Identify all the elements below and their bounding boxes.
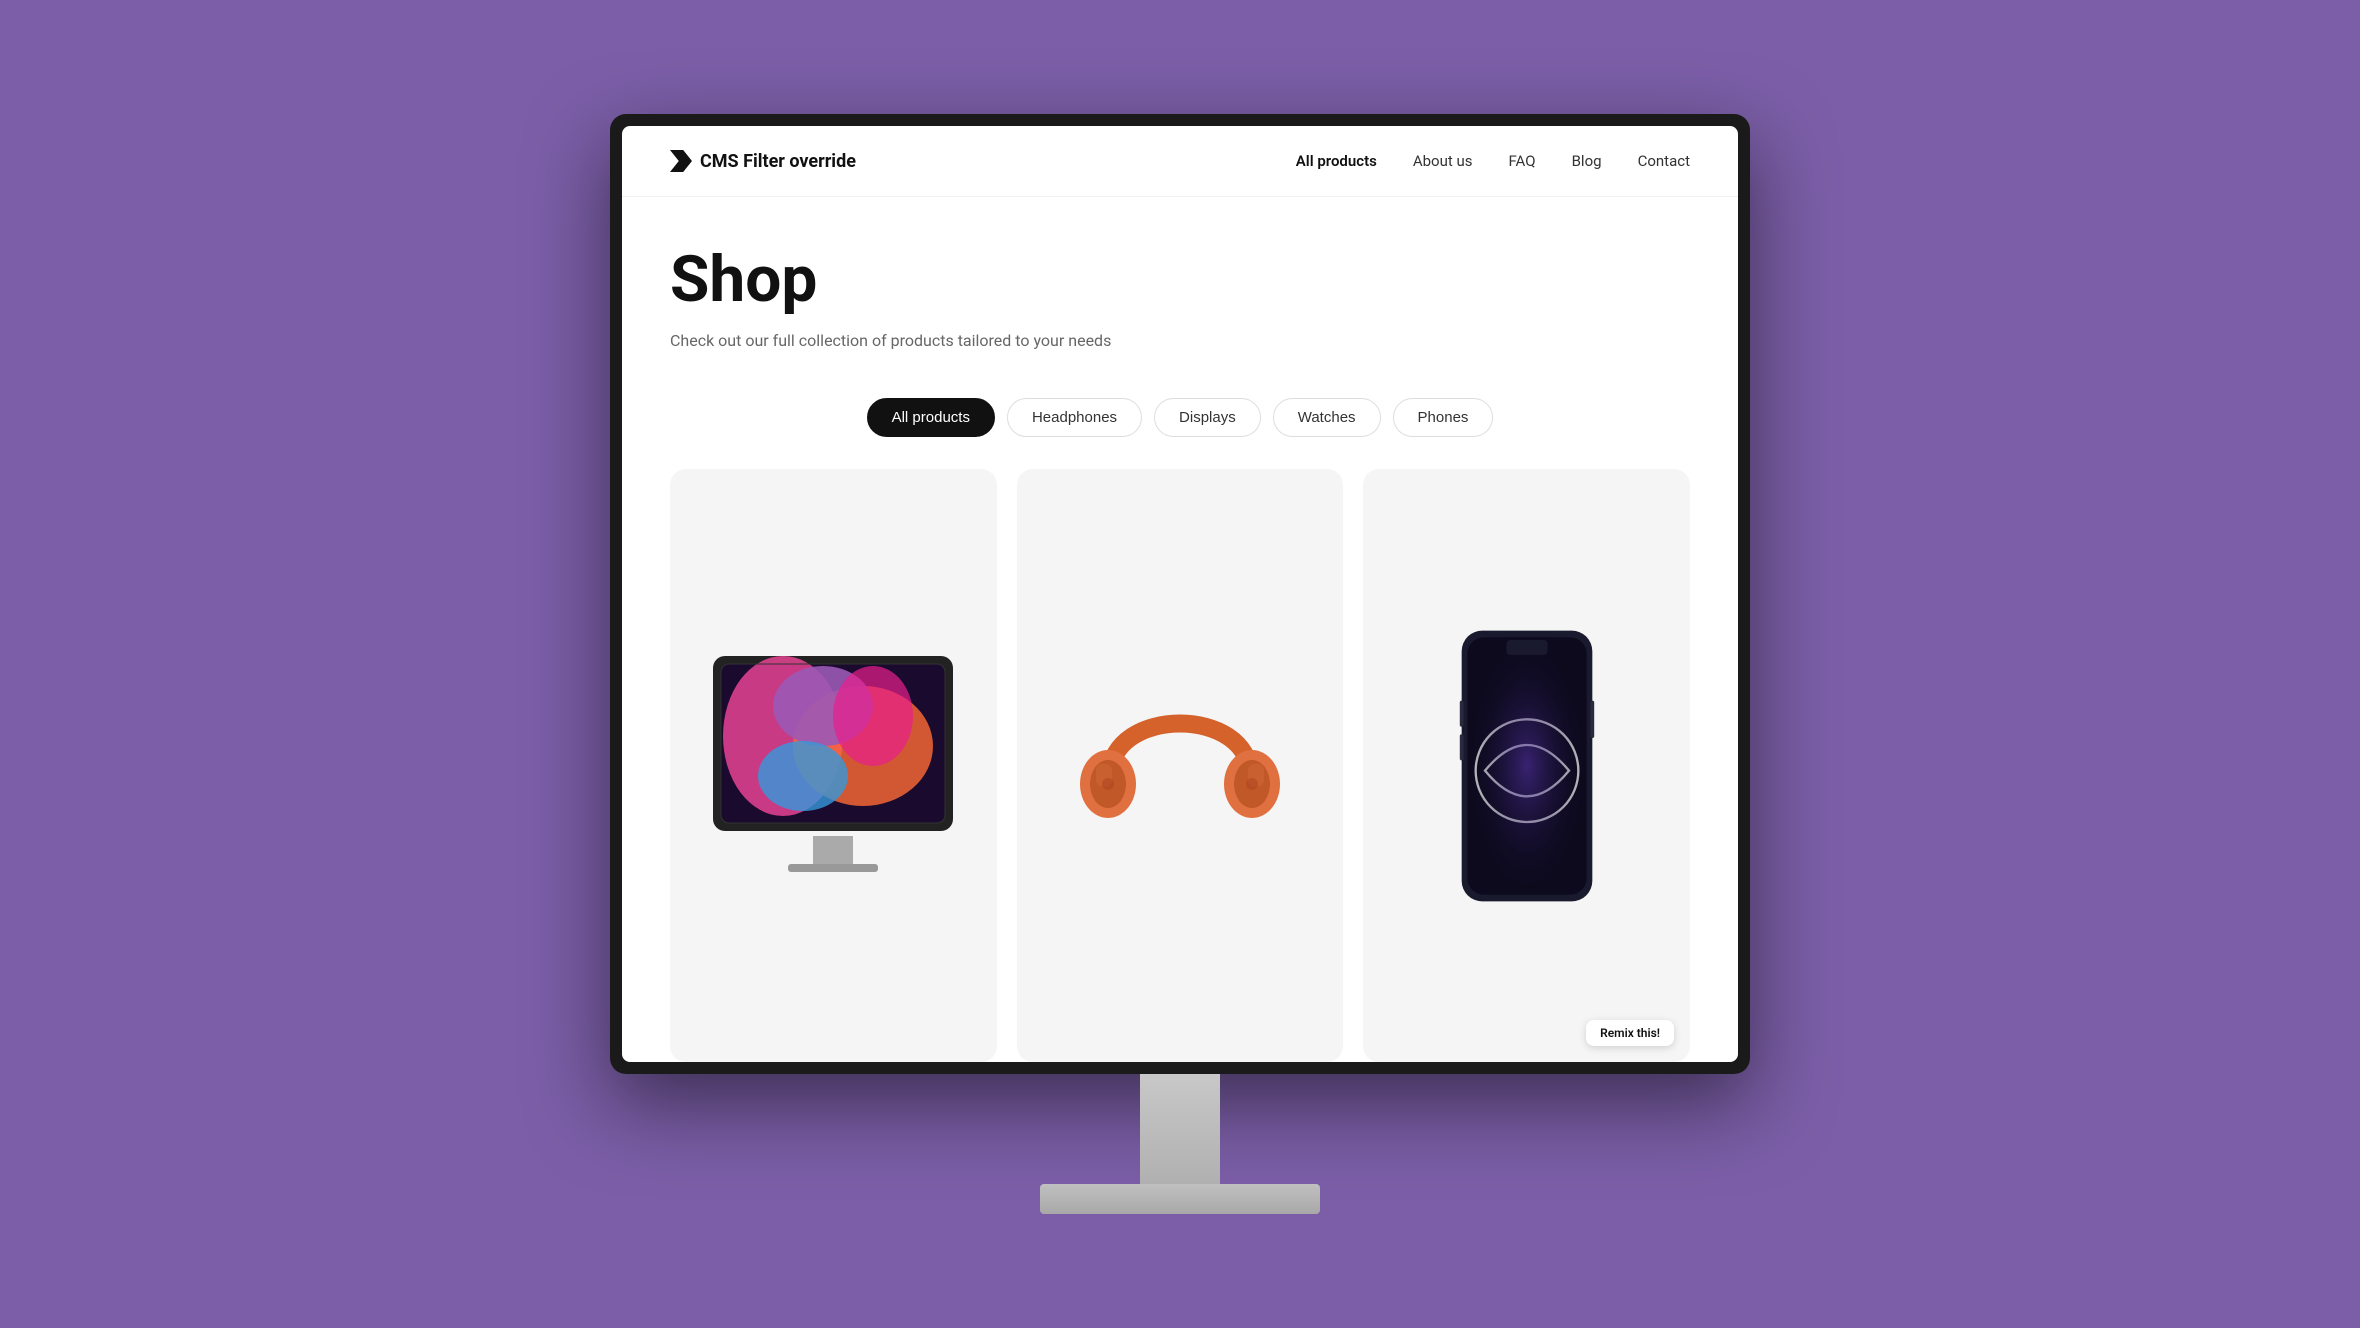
- nav-link-blog[interactable]: Blog: [1572, 152, 1602, 170]
- filter-tabs: All products Headphones Displays Watches…: [622, 382, 1738, 469]
- product-card-headphones[interactable]: [1017, 469, 1344, 1062]
- monitor-wrapper: CMS Filter override All products About u…: [610, 114, 1750, 1214]
- nav-link-contact[interactable]: Contact: [1638, 152, 1690, 170]
- filter-tab-phones[interactable]: Phones: [1393, 398, 1494, 437]
- products-grid: Remix this!: [622, 469, 1738, 1062]
- product-image-display: [670, 469, 997, 1062]
- nav-link-all-products[interactable]: All products: [1296, 152, 1377, 170]
- monitor-stand-base: [1040, 1184, 1320, 1214]
- nav-links: All products About us FAQ Blog Contact: [1296, 152, 1690, 170]
- nav-link-faq[interactable]: FAQ: [1509, 152, 1536, 170]
- remix-badge: Remix this!: [1586, 1020, 1674, 1046]
- monitor-stand-neck: [1140, 1074, 1220, 1184]
- hero-subtitle: Check out our full collection of product…: [670, 331, 1690, 350]
- nav-link-about[interactable]: About us: [1413, 152, 1473, 170]
- product-image-headphones: [1017, 469, 1344, 1062]
- page-title: Shop: [670, 245, 1690, 315]
- nav: CMS Filter override All products About u…: [622, 126, 1738, 197]
- hero-section: Shop Check out our full collection of pr…: [622, 197, 1738, 382]
- filter-tab-all-products[interactable]: All products: [867, 398, 995, 437]
- monitor-screen: CMS Filter override All products About u…: [622, 126, 1738, 1062]
- filter-tab-displays[interactable]: Displays: [1154, 398, 1261, 437]
- logo-icon: [670, 150, 692, 172]
- logo-text: CMS Filter override: [700, 151, 856, 172]
- nav-logo[interactable]: CMS Filter override: [670, 150, 856, 172]
- filter-tab-watches[interactable]: Watches: [1273, 398, 1381, 437]
- product-card-display[interactable]: [670, 469, 997, 1062]
- monitor-frame: CMS Filter override All products About u…: [610, 114, 1750, 1074]
- product-image-phone: [1363, 469, 1690, 1062]
- filter-tab-headphones[interactable]: Headphones: [1007, 398, 1142, 437]
- product-card-phone[interactable]: Remix this!: [1363, 469, 1690, 1062]
